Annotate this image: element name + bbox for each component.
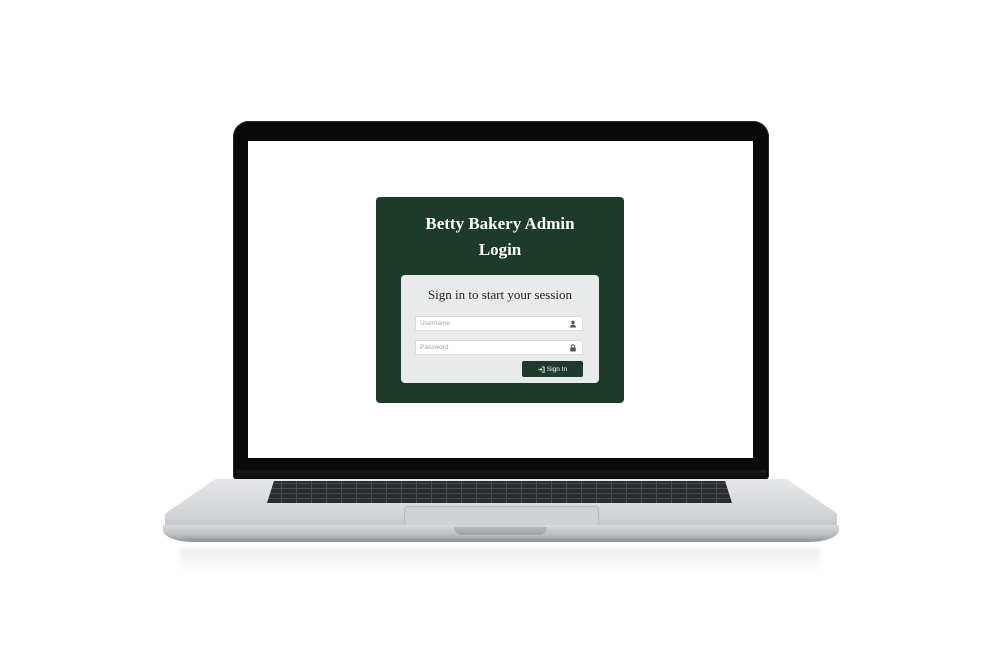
username-field[interactable]: [415, 316, 583, 331]
sign-in-icon: [538, 365, 545, 373]
login-title-line1: Betty Bakery Admin: [425, 214, 575, 233]
username-input[interactable]: [420, 317, 560, 330]
sign-in-button[interactable]: Sign In: [522, 361, 583, 377]
login-form: Sign in to start your session Username S…: [401, 275, 599, 383]
login-subtitle: Sign in to start your session: [427, 287, 573, 302]
laptop-screen: Betty Bakery Admin Login Sign in to star…: [248, 141, 753, 458]
lock-icon: [570, 344, 576, 352]
laptop-hinge: [236, 470, 766, 480]
laptop-keyboard: [267, 481, 732, 503]
login-panel: Betty Bakery Admin Login Sign in to star…: [376, 197, 624, 403]
product-photo: Betty Bakery Admin Login Sign in to star…: [0, 0, 1000, 667]
laptop-reflection: [180, 548, 820, 574]
password-field[interactable]: [415, 340, 583, 355]
laptop-trackpad: [404, 506, 599, 526]
password-input[interactable]: [420, 341, 560, 354]
login-title: Betty Bakery Admin Login: [376, 211, 624, 263]
laptop-notch: [454, 527, 547, 535]
user-icon: [570, 320, 576, 328]
sign-in-label: Sign In: [546, 365, 568, 373]
login-title-line2: Login: [478, 240, 522, 259]
